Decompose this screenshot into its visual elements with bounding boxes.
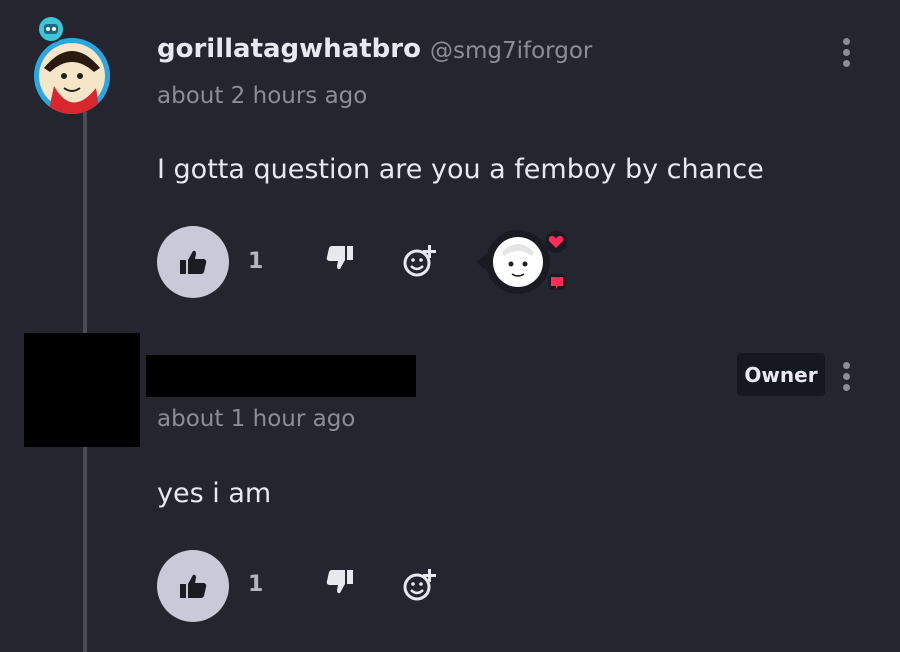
user-handle[interactable]: @smg7iforgor bbox=[430, 38, 592, 64]
add-reaction-button[interactable] bbox=[402, 567, 436, 601]
robot-badge-icon bbox=[36, 14, 66, 44]
add-reaction-icon bbox=[403, 569, 436, 601]
thumbs-down-icon bbox=[326, 246, 353, 270]
add-reaction-icon bbox=[403, 245, 436, 277]
kebab-menu-icon[interactable] bbox=[841, 362, 851, 396]
timestamp: about 2 hours ago bbox=[157, 83, 368, 109]
owner-badge: Owner bbox=[737, 353, 825, 396]
dislike-button[interactable] bbox=[326, 569, 360, 603]
timestamp: about 1 hour ago bbox=[157, 406, 356, 432]
redacted-avatar bbox=[24, 333, 140, 447]
comment-thread: gorillatagwhatbro @smg7iforgor about 2 h… bbox=[0, 0, 900, 652]
thumbs-down-icon bbox=[326, 570, 353, 594]
dislike-button[interactable] bbox=[326, 245, 360, 279]
username[interactable]: gorillatagwhatbro bbox=[157, 34, 421, 64]
avatar[interactable] bbox=[34, 38, 110, 114]
creator-heart-reaction[interactable] bbox=[472, 228, 570, 298]
thumbs-up-icon bbox=[180, 250, 207, 274]
comment-text: yes i am bbox=[157, 478, 272, 509]
add-reaction-button[interactable] bbox=[402, 243, 436, 277]
like-button[interactable] bbox=[157, 226, 229, 298]
redacted-username bbox=[146, 355, 416, 397]
like-button[interactable] bbox=[157, 550, 229, 622]
kebab-menu-icon[interactable] bbox=[841, 38, 851, 72]
like-count: 1 bbox=[248, 572, 264, 597]
like-count: 1 bbox=[248, 249, 264, 274]
comment-text: I gotta question are you a femboy by cha… bbox=[157, 154, 764, 185]
thumbs-up-icon bbox=[180, 574, 207, 598]
